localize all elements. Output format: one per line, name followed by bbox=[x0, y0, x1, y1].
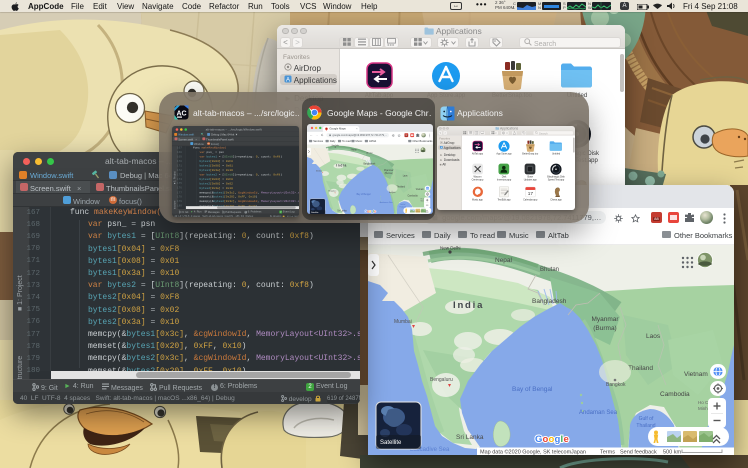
svg-text:Cambodia: Cambodia bbox=[407, 196, 418, 198]
svg-text:New Delhi: New Delhi bbox=[440, 246, 461, 251]
svg-text:Sri Lanka: Sri Lanka bbox=[337, 209, 347, 212]
svg-text:Map data ©2020 Google, SK tele: Map data ©2020 Google, SK telecom bbox=[480, 449, 572, 456]
svg-text:Andaman Sea: Andaman Sea bbox=[379, 201, 393, 204]
svg-text:Sri Lanka: Sri Lanka bbox=[456, 434, 484, 441]
svg-text:Myanmar: Myanmar bbox=[383, 169, 393, 172]
svg-text:17: 17 bbox=[528, 191, 534, 197]
svg-text:A: A bbox=[441, 146, 443, 149]
svg-text:India: India bbox=[336, 163, 347, 167]
svg-text:Bengaluru: Bengaluru bbox=[430, 377, 453, 383]
svg-text:Thailand: Thailand bbox=[399, 206, 406, 208]
svg-text:Thailand: Thailand bbox=[628, 365, 653, 372]
svg-text:Andaman Sea: Andaman Sea bbox=[579, 410, 618, 416]
svg-text:G: G bbox=[535, 434, 542, 445]
svg-text:Bhutan: Bhutan bbox=[540, 267, 559, 273]
svg-text:e: e bbox=[374, 209, 376, 213]
svg-text:Ho Ch: Ho Ch bbox=[420, 198, 424, 200]
svg-text:Myanmar: Myanmar bbox=[591, 316, 619, 323]
svg-text:Mumbai: Mumbai bbox=[394, 319, 412, 325]
svg-text:Minh: Minh bbox=[420, 200, 423, 202]
svg-text:Thailand: Thailand bbox=[636, 423, 655, 429]
svg-text:Bangkok: Bangkok bbox=[606, 382, 626, 388]
svg-text:India: India bbox=[453, 300, 484, 311]
svg-text:Bhutan: Bhutan bbox=[366, 152, 373, 155]
svg-text:Minh: Minh bbox=[698, 406, 708, 411]
svg-text:Laos: Laos bbox=[646, 333, 661, 340]
svg-text:AC: AC bbox=[176, 111, 186, 118]
svg-text:500 km: 500 km bbox=[663, 450, 681, 456]
svg-text:Satellite: Satellite bbox=[380, 440, 402, 446]
svg-text:A: A bbox=[286, 77, 290, 83]
svg-text:Send feedback: Send feedback bbox=[620, 450, 657, 456]
svg-text:Nepal: Nepal bbox=[495, 257, 513, 264]
svg-text:Bay of Bengal: Bay of Bengal bbox=[356, 194, 370, 196]
svg-text:Nepal: Nepal bbox=[350, 150, 356, 152]
svg-text:Laos: Laos bbox=[402, 176, 408, 178]
svg-text:Bay of Bengal: Bay of Bengal bbox=[512, 386, 553, 393]
svg-text:e: e bbox=[564, 434, 569, 445]
svg-text:(Burma): (Burma) bbox=[384, 172, 392, 175]
svg-text:Satellite: Satellite bbox=[311, 211, 319, 214]
svg-text:Vietnam: Vietnam bbox=[415, 188, 423, 191]
svg-text:Japan: Japan bbox=[571, 450, 586, 456]
svg-text:New Delhi: New Delhi bbox=[331, 145, 339, 147]
svg-text:Mumbai: Mumbai bbox=[315, 171, 322, 173]
svg-text:Terms: Terms bbox=[600, 450, 615, 456]
svg-text:Bangladesh: Bangladesh bbox=[363, 164, 375, 166]
svg-text:Bengaluru: Bengaluru bbox=[328, 189, 336, 192]
svg-text:Bangladesh: Bangladesh bbox=[532, 298, 567, 305]
svg-text:Vietnam: Vietnam bbox=[684, 371, 708, 378]
svg-text:Cambodia: Cambodia bbox=[660, 391, 690, 398]
svg-text:Gulf of: Gulf of bbox=[639, 416, 654, 422]
svg-text:(Burma): (Burma) bbox=[593, 325, 616, 332]
svg-text:Bangkok: Bangkok bbox=[388, 192, 395, 194]
